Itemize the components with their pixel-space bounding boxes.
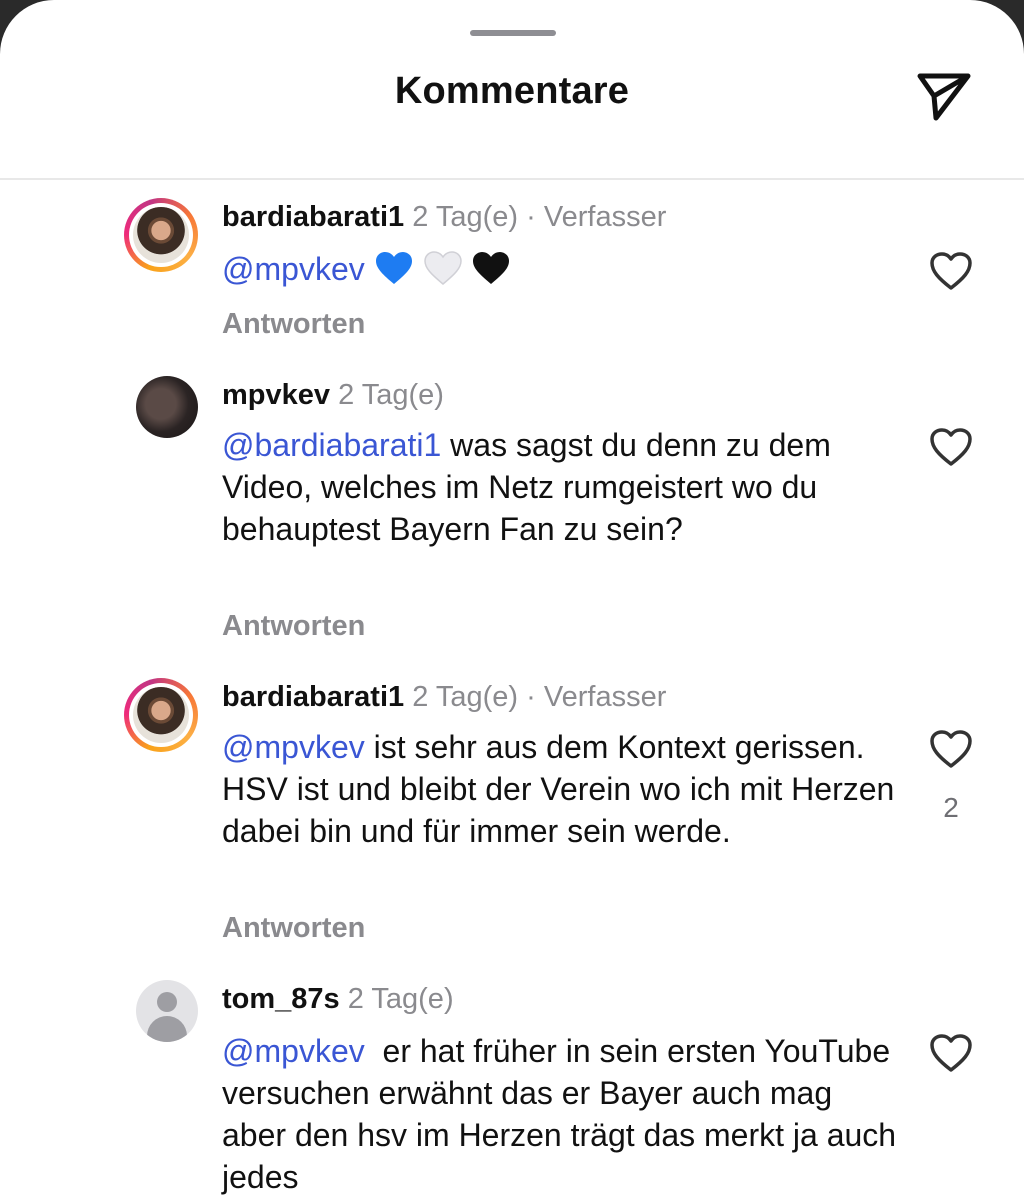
comment-meta: tom_87s 2 Tag(e) [222, 982, 454, 1016]
comment-time: 2 Tag(e) [412, 681, 519, 713]
comment-meta: bardiabarati1 2 Tag(e) · Verfasser [222, 200, 666, 234]
paper-plane-icon[interactable] [912, 66, 974, 126]
heart-outline-icon[interactable] [928, 1032, 974, 1074]
mention-link[interactable]: @mpvkev [222, 729, 365, 765]
comment-time: 2 Tag(e) [347, 983, 454, 1015]
username[interactable]: bardiabarati1 [222, 201, 404, 233]
heart-outline-icon[interactable] [928, 250, 974, 292]
author-tag: · Verfasser [526, 681, 667, 713]
reply-button[interactable]: Antworten [222, 308, 365, 341]
reply-button[interactable]: Antworten [222, 610, 365, 643]
avatar[interactable] [124, 678, 198, 752]
username[interactable]: tom_87s [222, 983, 340, 1015]
username[interactable]: mpvkev [222, 379, 330, 411]
like-count: 2 [943, 792, 959, 823]
mention-link[interactable]: @bardiabarati1 [222, 427, 441, 463]
avatar[interactable] [136, 980, 198, 1042]
comments-sheet: Kommentare bardiabarati1 2 Tag(e) · Verf… [0, 0, 1024, 1200]
comment-time: 2 Tag(e) [412, 201, 519, 233]
comment-text: @mpvkev [222, 248, 902, 290]
comment-text: @bardiabarati1 was sagst du denn zu dem … [222, 424, 902, 550]
comment-time: 2 Tag(e) [338, 379, 444, 411]
comment-meta: bardiabarati1 2 Tag(e) · Verfasser [222, 680, 666, 714]
avatar[interactable] [124, 198, 198, 272]
blue-heart-icon [374, 251, 414, 287]
author-tag: · Verfasser [526, 201, 667, 233]
black-heart-icon [471, 251, 511, 287]
comment-meta: mpvkev 2 Tag(e) [222, 378, 444, 412]
comment-text: @mpvkev er hat früher in sein ersten You… [222, 1030, 902, 1198]
mention-link[interactable]: @mpvkev [222, 251, 365, 287]
mention-link[interactable]: @mpvkev [222, 1033, 365, 1069]
username[interactable]: bardiabarati1 [222, 681, 404, 713]
header-divider [0, 178, 1024, 180]
comment-text: @mpvkev ist sehr aus dem Kontext gerisse… [222, 726, 902, 852]
page-title: Kommentare [394, 70, 630, 112]
heart-outline-icon[interactable] [928, 426, 974, 468]
heart-outline-icon[interactable] [928, 728, 974, 770]
white-heart-icon [423, 251, 463, 287]
drag-handle[interactable] [470, 30, 556, 36]
avatar[interactable] [136, 376, 198, 438]
reply-button[interactable]: Antworten [222, 912, 365, 945]
